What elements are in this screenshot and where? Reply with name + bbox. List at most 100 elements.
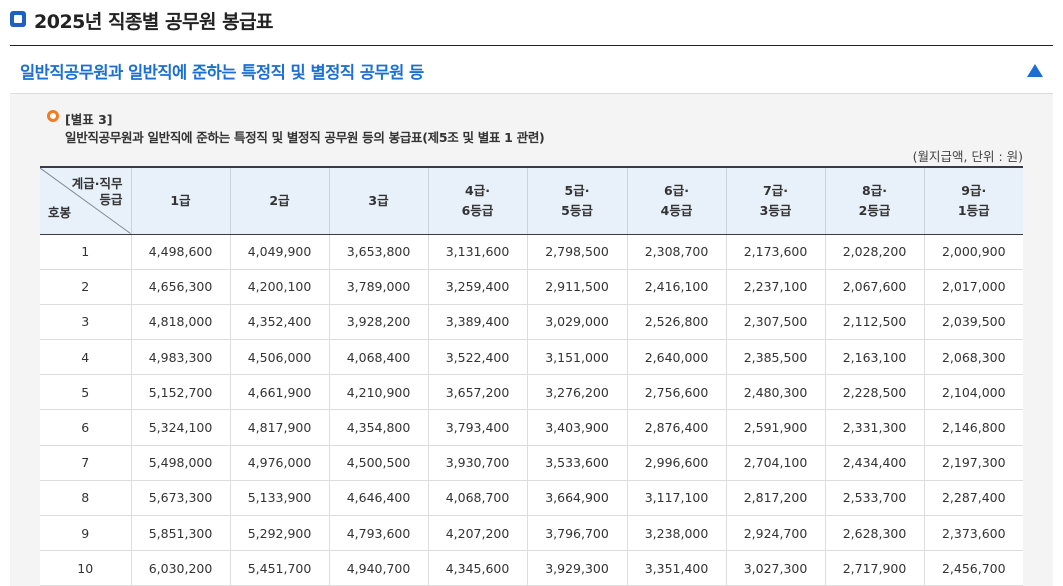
table-body: 1 4,498,600 4,049,900 3,653,800 3,131,600 2,7… xyxy=(40,234,1023,586)
salary-cell: 3,793,400 xyxy=(427,409,527,446)
salary-cell: 2,373,600 xyxy=(923,515,1023,552)
salary-cell: 3,351,400 xyxy=(626,550,726,586)
salary-cell: 2,385,500 xyxy=(725,339,825,376)
salary-cell: 5,451,700 xyxy=(229,550,329,586)
salary-cell: 5,152,700 xyxy=(130,374,230,411)
salary-table: 계급·직무 등급 호봉 1급 2급 3급 4급· 6등급 5급· 5등급 6급· 4등급 7급· 3… xyxy=(40,166,1023,586)
page-header: 2025년 직종별 공무원 봉급표 xyxy=(10,0,1053,46)
annex-label: [별표 3] xyxy=(65,112,113,127)
salary-cell: 2,456,700 xyxy=(923,550,1023,586)
salary-cell: 2,331,300 xyxy=(824,409,924,446)
salary-cell: 2,237,100 xyxy=(725,269,825,305)
salary-cell: 2,163,100 xyxy=(824,339,924,376)
salary-cell: 4,646,400 xyxy=(328,480,428,517)
salary-cell: 2,911,500 xyxy=(526,269,627,305)
salary-cell: 3,131,600 xyxy=(427,234,527,270)
column-header-line1: 8급· xyxy=(862,182,887,198)
salary-cell: 4,940,700 xyxy=(328,550,428,586)
salary-cell: 2,704,100 xyxy=(725,445,825,481)
table-row: 6 5,324,100 4,817,900 4,354,800 3,793,400 3,4… xyxy=(40,409,1023,446)
column-header-line1: 2급 xyxy=(269,192,290,208)
salary-cell: 4,500,500 xyxy=(328,445,428,481)
salary-cell: 4,354,800 xyxy=(328,409,428,446)
salary-cell: 4,656,300 xyxy=(130,269,230,305)
page-title: 2025년 직종별 공무원 봉급표 xyxy=(34,11,274,33)
salary-cell: 4,049,900 xyxy=(229,234,329,270)
column-header: 8급· 2등급 xyxy=(824,166,924,235)
salary-cell: 3,929,300 xyxy=(526,550,627,586)
salary-cell: 4,983,300 xyxy=(130,339,230,376)
salary-cell: 4,345,600 xyxy=(427,550,527,586)
step-cell: 8 xyxy=(40,480,131,517)
salary-cell: 4,068,400 xyxy=(328,339,428,376)
column-header-line2: 1등급 xyxy=(957,202,990,218)
table-corner-header: 계급·직무 등급 호봉 xyxy=(40,166,131,235)
column-header: 7급· 3등급 xyxy=(725,166,825,235)
salary-cell: 2,996,600 xyxy=(626,445,726,481)
column-header: 2급 xyxy=(229,166,329,235)
accordion-title[interactable]: 일반직공무원과 일반직에 준하는 특정직 및 별정직 공무원 등 xyxy=(20,59,424,83)
step-cell: 1 xyxy=(40,234,131,270)
salary-cell: 3,117,100 xyxy=(626,480,726,517)
salary-cell: 5,292,900 xyxy=(229,515,329,552)
table-row: 10 6,030,200 5,451,700 4,940,700 4,345,600 3,… xyxy=(40,550,1023,586)
salary-cell: 2,533,700 xyxy=(824,480,924,517)
salary-cell: 2,228,500 xyxy=(824,374,924,411)
salary-cell: 5,673,300 xyxy=(130,480,230,517)
salary-cell: 2,112,500 xyxy=(824,304,924,341)
accordion-header[interactable]: 일반직공무원과 일반직에 준하는 특정직 및 별정직 공무원 등 xyxy=(10,46,1053,94)
salary-cell: 3,796,700 xyxy=(526,515,627,552)
table-header-row: 계급·직무 등급 호봉 1급 2급 3급 4급· 6등급 5급· 5등급 6급· 4등급 7급· 3… xyxy=(40,166,1023,235)
salary-cell: 4,818,000 xyxy=(130,304,230,341)
column-header: 5급· 5등급 xyxy=(526,166,627,235)
salary-cell: 2,197,300 xyxy=(923,445,1023,481)
salary-cell: 2,017,000 xyxy=(923,269,1023,305)
salary-cell: 2,756,600 xyxy=(626,374,726,411)
salary-cell: 4,210,900 xyxy=(328,374,428,411)
salary-cell: 3,151,000 xyxy=(526,339,627,376)
step-cell: 10 xyxy=(40,550,131,586)
collapse-triangle-icon[interactable] xyxy=(1027,64,1043,77)
square-bullet-icon xyxy=(10,11,26,27)
salary-cell: 2,287,400 xyxy=(923,480,1023,517)
salary-cell: 5,324,100 xyxy=(130,409,230,446)
salary-cell: 3,259,400 xyxy=(427,269,527,305)
salary-cell: 2,798,500 xyxy=(526,234,627,270)
salary-cell: 2,434,400 xyxy=(824,445,924,481)
salary-cell: 2,876,400 xyxy=(626,409,726,446)
salary-cell: 4,793,600 xyxy=(328,515,428,552)
salary-cell: 2,146,800 xyxy=(923,409,1023,446)
corner-top-line1: 계급·직무 xyxy=(71,176,123,191)
salary-cell: 4,068,700 xyxy=(427,480,527,517)
salary-cell: 4,506,000 xyxy=(229,339,329,376)
step-cell: 2 xyxy=(40,269,131,305)
salary-cell: 3,276,200 xyxy=(526,374,627,411)
circle-bullet-icon xyxy=(47,110,59,122)
column-header-line2: 6등급 xyxy=(461,202,494,218)
content-panel: [별표 3] 일반직공무원과 일반직에 준하는 특정직 및 별정직 공무원 등의… xyxy=(10,94,1053,586)
salary-cell: 3,029,000 xyxy=(526,304,627,341)
column-header-line1: 7급· xyxy=(763,182,788,198)
salary-cell: 3,522,400 xyxy=(427,339,527,376)
annex-description: 일반직공무원과 일반직에 준하는 특정직 및 별정직 공무원 등의 봉급표(제5… xyxy=(65,130,545,145)
salary-cell: 2,067,600 xyxy=(824,269,924,305)
salary-cell: 2,173,600 xyxy=(725,234,825,270)
salary-cell: 2,628,300 xyxy=(824,515,924,552)
salary-cell: 5,133,900 xyxy=(229,480,329,517)
table-row: 7 5,498,000 4,976,000 4,500,500 3,930,700 3,5… xyxy=(40,445,1023,481)
step-cell: 5 xyxy=(40,374,131,411)
salary-cell: 3,027,300 xyxy=(725,550,825,586)
salary-cell: 2,068,300 xyxy=(923,339,1023,376)
salary-cell: 4,661,900 xyxy=(229,374,329,411)
column-header: 1급 xyxy=(130,166,230,235)
salary-cell: 3,403,900 xyxy=(526,409,627,446)
column-header-line2: 5등급 xyxy=(561,202,593,218)
step-cell: 9 xyxy=(40,515,131,552)
corner-top-line2: 등급 xyxy=(99,191,123,207)
salary-cell: 2,526,800 xyxy=(626,304,726,341)
column-header-line1: 6급· xyxy=(664,182,689,198)
corner-bottom-label: 호봉 xyxy=(48,204,72,220)
salary-cell: 2,000,900 xyxy=(923,234,1023,270)
salary-cell: 2,640,000 xyxy=(626,339,726,376)
salary-cell: 3,657,200 xyxy=(427,374,527,411)
